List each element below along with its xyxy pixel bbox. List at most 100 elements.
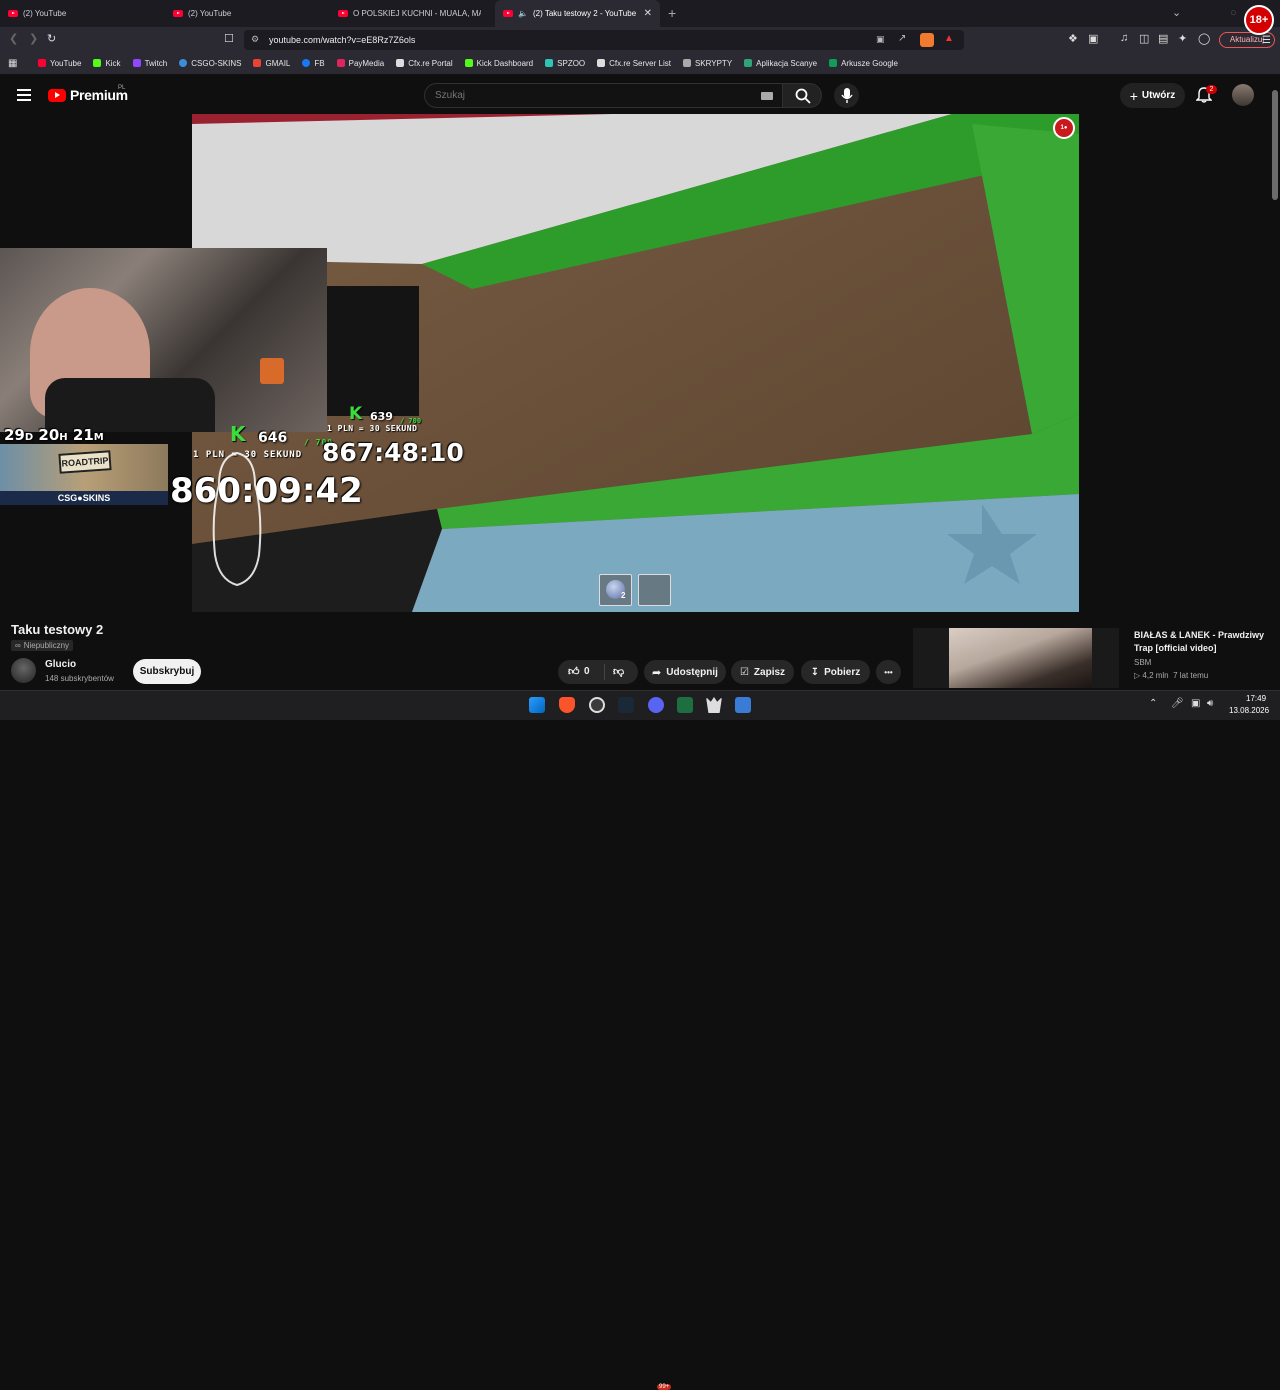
youtube-logo-icon bbox=[48, 88, 66, 102]
skrypty-icon bbox=[682, 59, 691, 67]
photos-icon[interactable] bbox=[735, 697, 751, 713]
bookmark-spzoo[interactable]: SPZOO bbox=[545, 59, 585, 68]
bookmark-kick[interactable]: Kick bbox=[93, 59, 121, 68]
channel-name[interactable]: Glucio bbox=[45, 659, 76, 670]
share-icon[interactable]: ↗ bbox=[898, 33, 906, 44]
more-actions-button[interactable]: ••• bbox=[876, 660, 901, 684]
leo-ai-icon[interactable]: ✦ bbox=[1178, 32, 1187, 45]
brave-browser-icon[interactable] bbox=[559, 697, 575, 713]
site-info-icon[interactable]: ⚙ bbox=[251, 34, 259, 45]
bookmark-skrypty[interactable]: SKRYPTY bbox=[682, 59, 732, 68]
csgo-skins-icon bbox=[179, 59, 188, 67]
bookmark-fb[interactable]: FB bbox=[302, 59, 325, 68]
speaker-icon[interactable]: 🔈 bbox=[518, 9, 528, 18]
share-button[interactable]: ➦ Udostępnij bbox=[644, 660, 726, 684]
subscribe-button[interactable]: Subskrybuj bbox=[133, 659, 201, 684]
screen-icon[interactable]: ▣ bbox=[876, 34, 885, 45]
youtube-premium-logo[interactable]: Premium bbox=[48, 87, 128, 103]
channel-avatar[interactable] bbox=[11, 658, 36, 683]
recommendation-title[interactable]: BIAŁAS & LANEK - Prawdziwy Trap [officia… bbox=[1134, 629, 1274, 655]
bookmark-twitch[interactable]: Twitch bbox=[132, 59, 167, 68]
bookmark-paymedia[interactable]: PayMedia bbox=[336, 59, 384, 68]
recommendation-channel[interactable]: SBM bbox=[1134, 658, 1151, 667]
scrollbar-thumb[interactable] bbox=[1272, 90, 1278, 200]
create-button[interactable]: + Utwórz bbox=[1120, 83, 1185, 108]
media-icon[interactable]: ♫ bbox=[1120, 32, 1128, 44]
youtube-header: Premium PL + Utwórz 2 bbox=[0, 76, 1280, 114]
search-button[interactable] bbox=[782, 83, 822, 108]
back-icon[interactable]: ❮ bbox=[9, 32, 18, 45]
bookmark-cfx-portal[interactable]: Cfx.re Portal bbox=[396, 59, 453, 68]
clock-date[interactable]: 13.08.2026 bbox=[1229, 706, 1269, 715]
reload-icon[interactable]: ↻ bbox=[47, 32, 56, 45]
brave-shield-icon[interactable] bbox=[920, 33, 934, 47]
search-input[interactable] bbox=[435, 90, 735, 101]
link-icon: ∞ bbox=[15, 641, 21, 650]
bookmark-scanye[interactable]: Aplikacja Scanye bbox=[744, 59, 817, 68]
bookmark-csgo-skins[interactable]: CSGO-SKINS bbox=[179, 59, 241, 68]
voice-search-button[interactable] bbox=[834, 83, 859, 108]
region-code: PL bbox=[118, 85, 126, 91]
fox-app-icon[interactable] bbox=[706, 697, 722, 713]
webcam-overlay bbox=[0, 248, 327, 432]
new-tab-button[interactable]: + bbox=[668, 0, 676, 27]
search-box[interactable] bbox=[424, 83, 784, 108]
clock-time[interactable]: 17:49 bbox=[1246, 694, 1266, 703]
url-text[interactable]: youtube.com/watch?v=eE8Rz7Z6ols bbox=[269, 35, 415, 45]
extensions-icon[interactable]: ❖ bbox=[1068, 32, 1078, 45]
steam-icon[interactable] bbox=[618, 697, 634, 713]
discord-icon[interactable] bbox=[648, 697, 664, 713]
video-title: Taku testowy 2 bbox=[11, 622, 104, 637]
browser-tab-3[interactable]: O POLSKIEJ KUCHNI - MUALA, MAKİ bbox=[330, 0, 495, 27]
jar-object bbox=[260, 358, 284, 384]
keyboard-icon[interactable] bbox=[761, 92, 773, 100]
browser-tab-active[interactable]: 🔈 (2) Taku testowy 2 - YouTube ✕ bbox=[495, 0, 660, 27]
vpn-icon[interactable]: ◯ bbox=[1198, 32, 1210, 45]
brave-rewards-icon[interactable]: ▲ bbox=[944, 33, 954, 44]
hamburger-menu-icon[interactable] bbox=[17, 89, 31, 101]
excel-icon[interactable] bbox=[677, 697, 693, 713]
tab-label: (2) Taku testowy 2 - YouTube bbox=[532, 9, 637, 18]
paymedia-icon bbox=[336, 59, 345, 67]
obs-icon[interactable] bbox=[589, 697, 605, 713]
sidebar-icon[interactable]: ◫ bbox=[1139, 32, 1149, 45]
plus-icon: + bbox=[1129, 87, 1138, 104]
minimize-icon[interactable]: ○ bbox=[1230, 0, 1237, 27]
like-count[interactable]: 0 bbox=[584, 666, 590, 677]
tab-label: (2) YouTube bbox=[188, 9, 232, 18]
account-avatar[interactable] bbox=[1232, 84, 1254, 106]
browser-tab-1[interactable]: (2) YouTube bbox=[0, 0, 165, 27]
menu-icon[interactable]: ☰ bbox=[1262, 35, 1271, 46]
bookmark-kick-dashboard[interactable]: Kick Dashboard bbox=[464, 59, 533, 68]
bookmark-icon[interactable]: ☐ bbox=[224, 32, 234, 45]
volume-icon[interactable]: 🔊︎ bbox=[1207, 698, 1213, 709]
save-button[interactable]: ☑ Zapisz bbox=[731, 660, 794, 684]
microphone-tray-icon[interactable]: 🎤︎ bbox=[1171, 698, 1184, 709]
tab-list-chevron-icon[interactable]: ⌄ bbox=[1172, 0, 1181, 27]
address-bar[interactable]: ⚙ youtube.com/watch?v=eE8Rz7Z6ols ▣ ↗ ▲ bbox=[244, 30, 964, 50]
age-badge: 18+ bbox=[1244, 5, 1274, 35]
browser-tab-2[interactable]: (2) YouTube bbox=[165, 0, 330, 27]
download-button[interactable]: ↧ Pobierz bbox=[801, 660, 870, 684]
forward-icon[interactable]: ❯ bbox=[29, 32, 38, 45]
download-icon: ↧ bbox=[810, 666, 820, 678]
network-icon[interactable]: ▣ bbox=[1191, 698, 1200, 709]
browser-toolbar: ❮ ❯ ↻ ☐ ⚙ youtube.com/watch?v=eE8Rz7Z6ol… bbox=[0, 27, 1280, 52]
play-small-icon: ▷ bbox=[1134, 671, 1141, 680]
youtube-favicon-icon bbox=[503, 10, 513, 17]
penguin-outline-icon bbox=[212, 451, 262, 587]
wallet-icon[interactable]: ▣ bbox=[1088, 32, 1098, 45]
bookmark-cfx-server-list[interactable]: Cfx.re Server List bbox=[597, 59, 671, 68]
windows-start-icon[interactable] bbox=[529, 697, 545, 713]
recommendation-thumbnail[interactable] bbox=[913, 628, 1119, 688]
apps-grid-icon[interactable]: ▦ bbox=[8, 58, 17, 69]
dislike-icon[interactable]: 👎︎ bbox=[613, 665, 624, 678]
bookmark-youtube[interactable]: YouTube bbox=[38, 59, 81, 68]
tray-overflow-icon[interactable]: ⌃ bbox=[1149, 698, 1157, 709]
kick-left-count: 646 bbox=[258, 430, 288, 446]
close-tab-icon[interactable]: ✕ bbox=[644, 8, 652, 19]
bookmark-gmail[interactable]: GMAIL bbox=[253, 59, 290, 68]
tab-search-icon[interactable]: ▤ bbox=[1158, 32, 1168, 45]
bookmark-sheets[interactable]: Arkusze Google bbox=[829, 59, 898, 68]
like-icon[interactable]: 👍︎ bbox=[568, 665, 580, 678]
